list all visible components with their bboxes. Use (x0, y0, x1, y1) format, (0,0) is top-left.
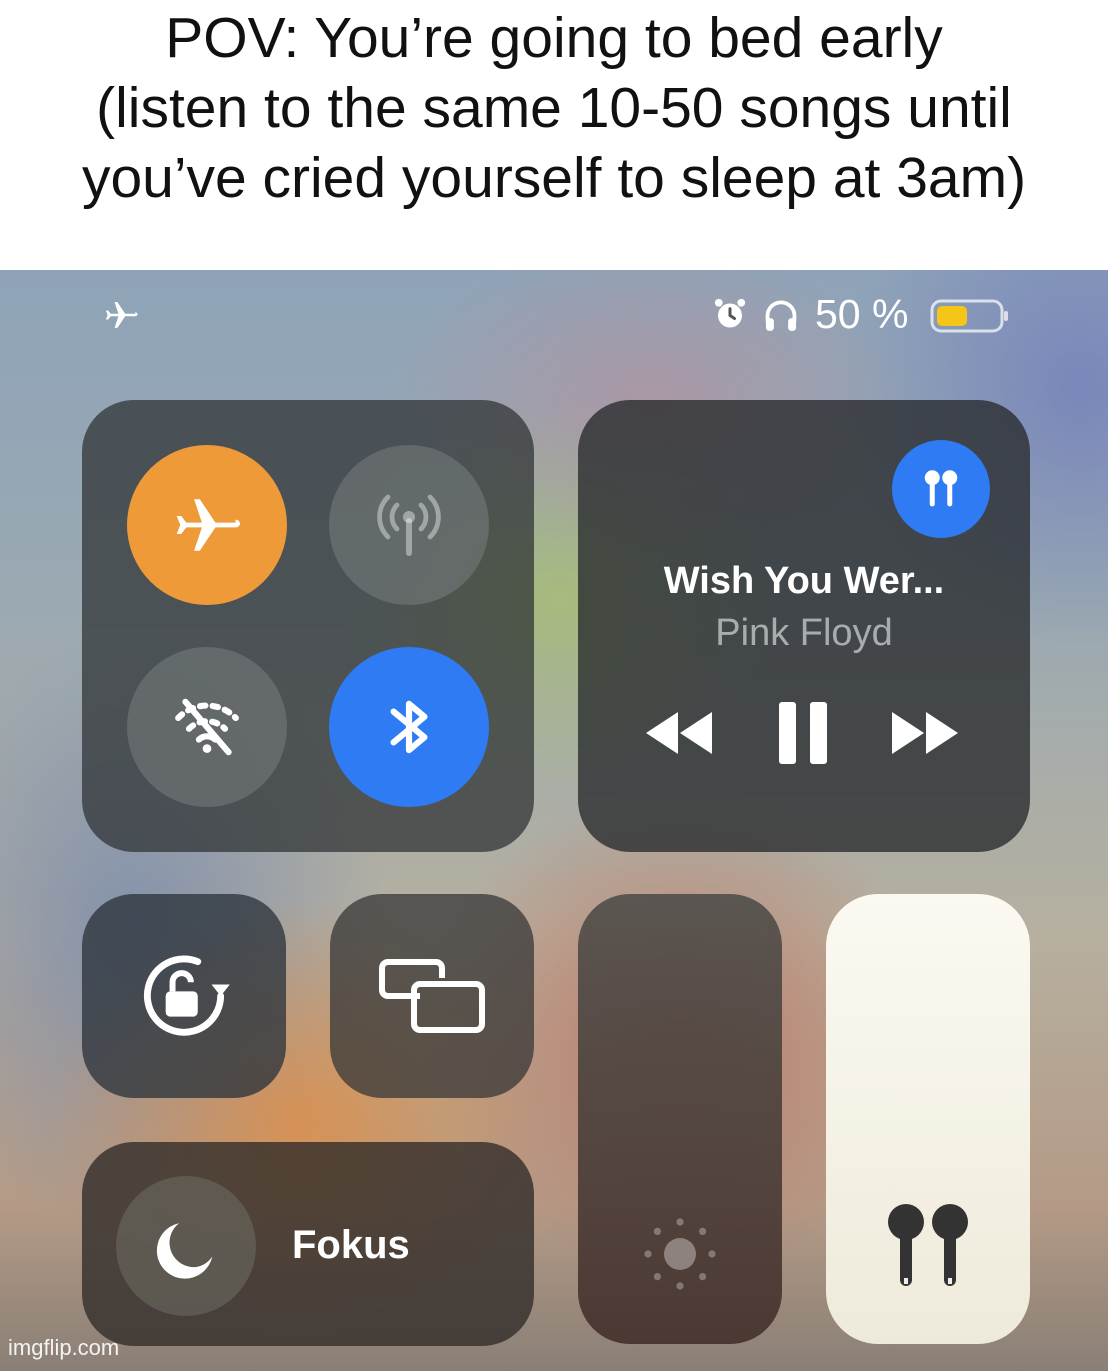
screen-mirroring-button[interactable] (330, 894, 534, 1098)
caption-line-1: POV: You’re going to bed early (165, 6, 943, 70)
moon-icon (156, 1223, 213, 1279)
caption-line-3: you’ve cried yourself to sleep at 3am) (81, 146, 1027, 210)
focus-button[interactable]: Fokus (82, 1142, 534, 1346)
airplane-icon (105, 302, 138, 328)
pause-button[interactable] (775, 700, 831, 766)
bluetooth-toggle[interactable] (329, 647, 489, 807)
airplane-icon (176, 499, 240, 551)
airplane-mode-toggle[interactable] (127, 445, 287, 605)
focus-label: Fokus (292, 1223, 410, 1267)
screen-mirroring-icon (379, 959, 485, 1033)
battery-percent: 50 % (815, 291, 909, 337)
track-artist: Pink Floyd (715, 612, 893, 654)
audio-output-button[interactable] (892, 440, 990, 538)
next-track-button[interactable] (890, 708, 962, 758)
brightness-slider[interactable] (578, 894, 782, 1344)
bluetooth-icon (390, 700, 428, 754)
battery-icon (930, 299, 1008, 333)
meme-caption: POV: You’re going to bed early (listen t… (0, 0, 1108, 270)
brightness-icon (644, 1218, 716, 1290)
airpods-icon (924, 470, 958, 507)
headphones-icon (765, 300, 797, 331)
alarm-icon (714, 298, 746, 328)
rotation-lock-toggle[interactable] (82, 894, 286, 1098)
watermark: imgflip.com (8, 1335, 120, 1360)
status-bar: 50 % (0, 270, 1108, 360)
volume-slider[interactable] (826, 894, 1030, 1344)
track-title: Wish You Wer... (663, 560, 945, 602)
wifi-toggle[interactable] (127, 647, 287, 807)
control-center-screenshot: 50 % Wish You Wer... Pink Floyd Fokus im… (0, 270, 1108, 1371)
airpods-icon (888, 1204, 968, 1286)
wifi-off-icon (175, 698, 239, 756)
cellular-data-toggle[interactable] (329, 445, 489, 605)
rotation-lock-icon (143, 955, 230, 1036)
focus-moon-circle (116, 1176, 256, 1316)
previous-track-button[interactable] (642, 708, 714, 758)
antenna-icon (377, 494, 441, 556)
now-playing-module[interactable]: Wish You Wer... Pink Floyd (578, 400, 1030, 852)
connectivity-module (82, 400, 534, 852)
caption-line-2: (listen to the same 10-50 songs until (96, 76, 1012, 140)
